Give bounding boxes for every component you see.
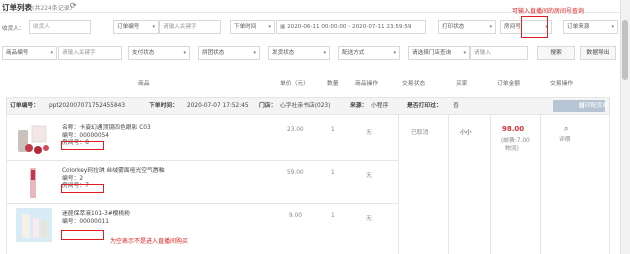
source-label: 来源： bbox=[350, 103, 368, 109]
item-2-qty: 1 bbox=[331, 170, 335, 176]
item-1-room-highlight bbox=[61, 141, 104, 150]
col-buyer: 买家 bbox=[456, 81, 468, 87]
pay-status-select[interactable]: 支付状态 ▾ bbox=[128, 46, 190, 60]
order-keyword-input[interactable]: 请输入关键字 bbox=[159, 20, 221, 34]
record-count: (共224条记录) bbox=[32, 5, 73, 12]
item-2-room-highlight bbox=[61, 184, 104, 193]
store-input[interactable]: 请输入 bbox=[470, 46, 528, 60]
buyer-input[interactable]: 收货人 bbox=[29, 20, 91, 34]
table-header: 商品 单价（元） 数量 商品操作 交易状态 买家 订单金额 交易操作 bbox=[0, 76, 617, 92]
source-value: 小程序 bbox=[371, 103, 389, 109]
col-divider bbox=[448, 115, 449, 254]
col-price: 单价（元） bbox=[280, 81, 309, 87]
trade-status: 已取消 bbox=[411, 130, 429, 136]
item-3-qty: 1 bbox=[331, 213, 335, 219]
col-amount: 订单金额 bbox=[497, 81, 521, 87]
annotation-room-search: 可输入直播间的房间号查询 bbox=[512, 8, 585, 15]
print-status-select[interactable]: 打印状态 ▾ bbox=[438, 20, 496, 34]
col-trade-status: 交易状态 bbox=[402, 81, 426, 87]
item-3-name: 迷琵保萃液101-3#樱桃粉 bbox=[62, 211, 131, 217]
col-trade-op: 交易操作 bbox=[550, 81, 574, 87]
row-divider bbox=[6, 160, 398, 161]
search-icon[interactable]: ⌕ bbox=[564, 124, 568, 134]
col-divider bbox=[540, 115, 541, 254]
order-no-select[interactable]: 订单编号 ▾ bbox=[113, 20, 159, 34]
item-2-op: 无 bbox=[366, 173, 372, 179]
order-no: ppt202007071752455843 bbox=[49, 103, 126, 109]
ship-status-select[interactable]: 发货状态 ▾ bbox=[268, 46, 330, 60]
order-time: 2020-07-07 17:52:45 bbox=[187, 103, 249, 109]
order-no-label: 订单编号： bbox=[10, 103, 39, 109]
store-name: 心字社亲书店(023) bbox=[280, 103, 331, 109]
item-1-name: 名称：卡姿幻通顶镜四色眼影 C03 bbox=[62, 125, 151, 131]
item-3-code: 编号：00000011 bbox=[62, 218, 109, 225]
row-divider bbox=[6, 203, 398, 204]
item-1-op: 无 bbox=[366, 130, 372, 136]
printed-value: 否 bbox=[453, 103, 459, 109]
col-goods-op: 商品操作 bbox=[355, 81, 379, 87]
col-goods: 商品 bbox=[138, 81, 150, 87]
item-3-op: 无 bbox=[366, 216, 372, 222]
order-total: 98.00 bbox=[502, 125, 525, 133]
goods-no-select[interactable]: 商品编号 ▾ bbox=[2, 46, 57, 60]
order-freight-type: 物流) bbox=[505, 146, 519, 152]
print-packing-button[interactable]: ▤ 打印配货单 bbox=[553, 100, 608, 112]
col-divider bbox=[490, 115, 491, 254]
goods-keyword-input[interactable]: 请输入关键字 bbox=[58, 46, 122, 60]
store-label: 门店： bbox=[259, 103, 277, 109]
order-header: 订单编号： ppt202007071752455843 下单时间： 2020-0… bbox=[6, 97, 610, 115]
product-image-serum bbox=[16, 208, 52, 242]
export-button[interactable]: 数据导出 bbox=[580, 46, 616, 60]
order-time-label: 下单时间： bbox=[149, 103, 178, 109]
item-1-price: 23.00 bbox=[287, 127, 304, 133]
review-link[interactable]: 评價 bbox=[559, 134, 571, 143]
product-image-lipstick bbox=[16, 166, 52, 200]
search-button[interactable]: 搜索 bbox=[537, 46, 575, 60]
date-range-input[interactable]: ▦ 2020-06-11 00:00:00 - 2020-07-11 23:59… bbox=[276, 20, 426, 34]
item-2-price: 59.00 bbox=[287, 170, 304, 176]
time-select[interactable]: 下单时间 ▾ bbox=[230, 20, 275, 34]
buyer-name[interactable]: 小小 bbox=[460, 127, 472, 136]
item-2-name: Colorkey珂拉琪 丝绒雾面哑光空气唇釉 bbox=[62, 168, 165, 174]
scrollbar-thumb[interactable] bbox=[622, 20, 628, 80]
delivery-select[interactable]: 配送方式 ▾ bbox=[338, 46, 400, 60]
col-divider bbox=[398, 115, 399, 254]
annotation-empty-room: 为空表示不是进入直播间购买 bbox=[110, 238, 189, 245]
refresh-icon[interactable]: ⟳ bbox=[70, 1, 77, 10]
printed-label: 是否打印过： bbox=[407, 103, 442, 109]
item-1-qty: 1 bbox=[331, 127, 335, 133]
group-status-select[interactable]: 拼团状态 ▾ bbox=[198, 46, 260, 60]
item-3-price: 9.00 bbox=[289, 213, 302, 219]
store-query-select[interactable]: 请选择门店查询 ▾ bbox=[408, 46, 470, 60]
product-image-eyeshadow bbox=[16, 124, 52, 158]
item-3-info: 迷琵保萃液101-3#樱桃粉 编号：00000011 bbox=[62, 211, 130, 226]
order-source-select[interactable]: 订单来源 ▾ bbox=[563, 20, 618, 34]
item-3-room-empty bbox=[61, 230, 104, 240]
col-qty: 数量 bbox=[327, 81, 339, 87]
room-highlight bbox=[521, 16, 548, 38]
buyer-label: 收货人： bbox=[2, 26, 25, 32]
